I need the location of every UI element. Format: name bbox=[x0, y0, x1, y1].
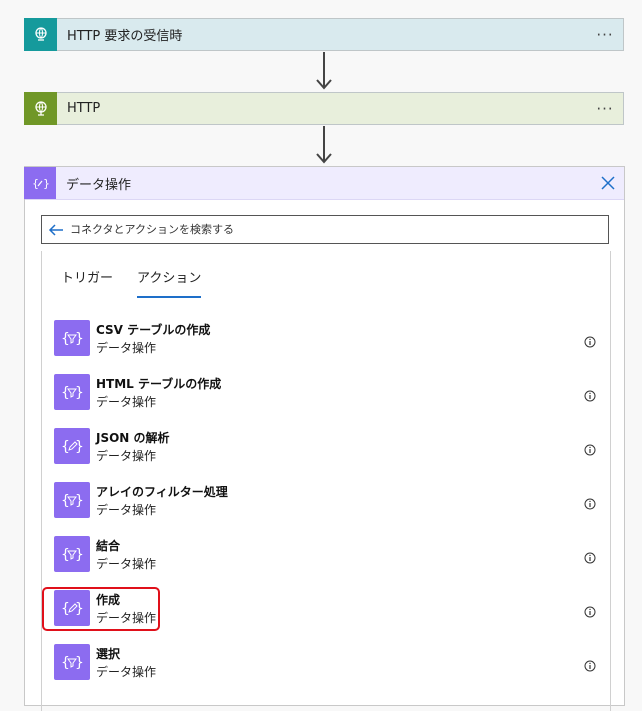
action-item[interactable]: {} JSON の解析 データ操作 bbox=[42, 425, 610, 479]
search-input[interactable] bbox=[70, 223, 608, 236]
tab-bar: トリガー アクション bbox=[61, 267, 225, 298]
globe-http-icon bbox=[24, 91, 57, 125]
action-connector: データ操作 bbox=[96, 395, 157, 409]
svg-text:{: { bbox=[61, 439, 70, 455]
action-name: 作成 bbox=[96, 593, 121, 607]
svg-text:{: { bbox=[61, 493, 70, 509]
arrow-down-icon bbox=[316, 126, 332, 164]
action-connector: データ操作 bbox=[96, 449, 157, 463]
panel-header: {} データ操作 bbox=[24, 166, 624, 200]
svg-text:{: { bbox=[61, 385, 70, 401]
svg-text:}: } bbox=[43, 177, 49, 190]
info-icon[interactable] bbox=[584, 333, 596, 348]
svg-text:{: { bbox=[61, 601, 70, 617]
step-title: HTTP 要求の受信時 bbox=[67, 29, 183, 44]
data-operation-icon: {} bbox=[24, 166, 56, 199]
step-title: HTTP bbox=[67, 101, 101, 116]
svg-text:}: } bbox=[75, 547, 84, 563]
action-item[interactable]: {} 作成データ操作 bbox=[42, 587, 610, 641]
step-card-http-request[interactable]: HTTP 要求の受信時 ··· bbox=[24, 17, 624, 51]
info-icon[interactable] bbox=[584, 387, 596, 402]
info-icon[interactable] bbox=[584, 603, 596, 618]
info-icon[interactable] bbox=[584, 441, 596, 456]
action-connector: データ操作 bbox=[96, 557, 157, 571]
action-name: 選択 bbox=[96, 647, 121, 661]
svg-text:{: { bbox=[32, 177, 39, 190]
braces-filter-icon: {} bbox=[54, 374, 90, 410]
action-connector: データ操作 bbox=[96, 611, 157, 625]
search-box[interactable] bbox=[41, 215, 609, 244]
action-name: 結合 bbox=[96, 539, 121, 553]
svg-text:{: { bbox=[61, 655, 70, 671]
action-connector: データ操作 bbox=[96, 665, 157, 679]
more-options-button[interactable]: ··· bbox=[587, 26, 623, 44]
action-item[interactable]: {} 結合データ操作 bbox=[42, 533, 610, 587]
arrow-down-icon bbox=[316, 52, 332, 90]
action-item[interactable]: {} 選択データ操作 bbox=[42, 641, 610, 695]
data-operation-panel: {} データ操作 トリガー アクション {}CSV テーブルの作成データ操作{}… bbox=[24, 166, 625, 711]
svg-text:}: } bbox=[75, 331, 84, 347]
more-options-button[interactable]: ··· bbox=[587, 100, 623, 118]
svg-text:{: { bbox=[61, 547, 70, 563]
svg-text:}: } bbox=[75, 601, 84, 617]
braces-filter-icon: {} bbox=[54, 536, 90, 572]
braces-filter-icon: {} bbox=[54, 482, 90, 518]
info-icon[interactable] bbox=[584, 549, 596, 564]
action-name: CSV テーブルの作成 bbox=[96, 323, 211, 337]
globe-request-icon bbox=[24, 17, 57, 51]
action-connector: データ操作 bbox=[96, 503, 157, 517]
info-icon[interactable] bbox=[584, 495, 596, 510]
action-connector: データ操作 bbox=[96, 341, 157, 355]
svg-text:{: { bbox=[61, 331, 70, 347]
braces-filter-icon: {} bbox=[54, 320, 90, 356]
info-icon[interactable] bbox=[584, 657, 596, 672]
actions-list-container: トリガー アクション {} CSV テーブルの作成 データ操作 {} HTML テーブル… bbox=[41, 251, 611, 711]
step-card-http[interactable]: HTTP ··· bbox=[24, 91, 624, 125]
braces-filter-icon: {} bbox=[54, 644, 90, 680]
action-item[interactable]: {} アレイのフィルター処理 データ操作 bbox=[42, 479, 610, 533]
svg-text:}: } bbox=[75, 385, 84, 401]
tab-triggers[interactable]: トリガー bbox=[61, 267, 113, 298]
back-arrow-icon[interactable] bbox=[42, 223, 70, 236]
action-name: HTML テーブルの作成 bbox=[96, 377, 222, 391]
tab-actions[interactable]: アクション bbox=[137, 267, 202, 298]
action-item[interactable]: {} CSV テーブルの作成 データ操作 bbox=[42, 317, 610, 371]
braces-pen-icon: {} bbox=[54, 590, 90, 626]
svg-text:}: } bbox=[75, 493, 84, 509]
panel-title: データ操作 bbox=[66, 177, 132, 193]
close-icon[interactable] bbox=[592, 167, 624, 199]
svg-text:}: } bbox=[75, 439, 84, 455]
braces-pen-icon: {} bbox=[54, 428, 90, 464]
action-item[interactable]: {} HTML テーブルの作成 データ操作 bbox=[42, 371, 610, 425]
svg-text:}: } bbox=[75, 655, 84, 671]
action-name: JSON の解析 bbox=[96, 431, 170, 445]
action-name: アレイのフィルター処理 bbox=[96, 485, 228, 499]
